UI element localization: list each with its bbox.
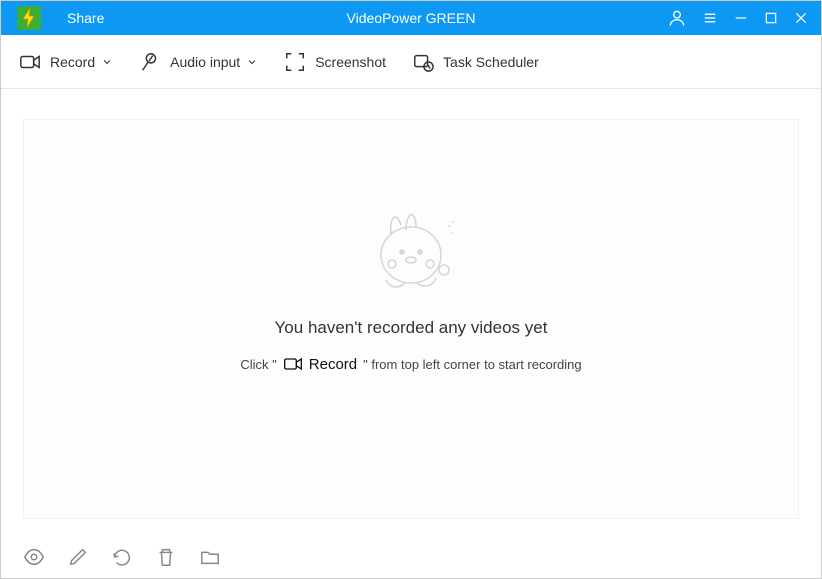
scheduler-icon <box>412 51 434 73</box>
minimize-icon[interactable] <box>733 10 749 26</box>
footer-toolbar <box>23 546 221 568</box>
empty-heading: You haven't recorded any videos yet <box>275 318 548 338</box>
chevron-down-icon <box>246 56 258 68</box>
content-area: You haven't recorded any videos yet Clic… <box>1 89 821 519</box>
maximize-icon[interactable] <box>763 10 779 26</box>
folder-icon[interactable] <box>199 546 221 568</box>
hint-record: Record <box>283 354 357 374</box>
delete-icon[interactable] <box>155 546 177 568</box>
menu-icon[interactable] <box>701 9 719 27</box>
hint-record-label: Record <box>309 356 357 373</box>
app-title: VideoPower GREEN <box>347 10 476 26</box>
user-icon[interactable] <box>667 8 687 28</box>
titlebar: Share VideoPower GREEN <box>1 1 821 35</box>
edit-icon[interactable] <box>67 546 89 568</box>
audio-input-label: Audio input <box>170 54 240 70</box>
lightning-icon <box>17 6 41 30</box>
empty-hint: Click " Record " from top left corner to… <box>240 354 581 374</box>
preview-icon[interactable] <box>23 546 45 568</box>
microphone-icon <box>139 51 161 73</box>
mascot-illustration <box>356 200 466 300</box>
share-link[interactable]: Share <box>67 10 104 26</box>
screenshot-button[interactable]: Screenshot <box>284 51 386 73</box>
camera-icon <box>19 51 41 73</box>
close-icon[interactable] <box>793 10 809 26</box>
record-label: Record <box>50 54 95 70</box>
window-controls <box>667 8 809 28</box>
task-scheduler-button[interactable]: Task Scheduler <box>412 51 539 73</box>
hint-suffix: " from top left corner to start recordin… <box>363 357 581 372</box>
camera-icon <box>283 354 303 374</box>
app-logo <box>17 6 41 30</box>
record-button[interactable]: Record <box>19 51 113 73</box>
screenshot-label: Screenshot <box>315 54 386 70</box>
refresh-icon[interactable] <box>111 546 133 568</box>
audio-input-button[interactable]: Audio input <box>139 51 258 73</box>
task-scheduler-label: Task Scheduler <box>443 54 539 70</box>
toolbar: Record Audio input Screenshot <box>1 35 821 89</box>
hint-prefix: Click " <box>240 357 276 372</box>
screenshot-icon <box>284 51 306 73</box>
empty-state-panel: You haven't recorded any videos yet Clic… <box>23 119 799 519</box>
chevron-down-icon <box>101 56 113 68</box>
